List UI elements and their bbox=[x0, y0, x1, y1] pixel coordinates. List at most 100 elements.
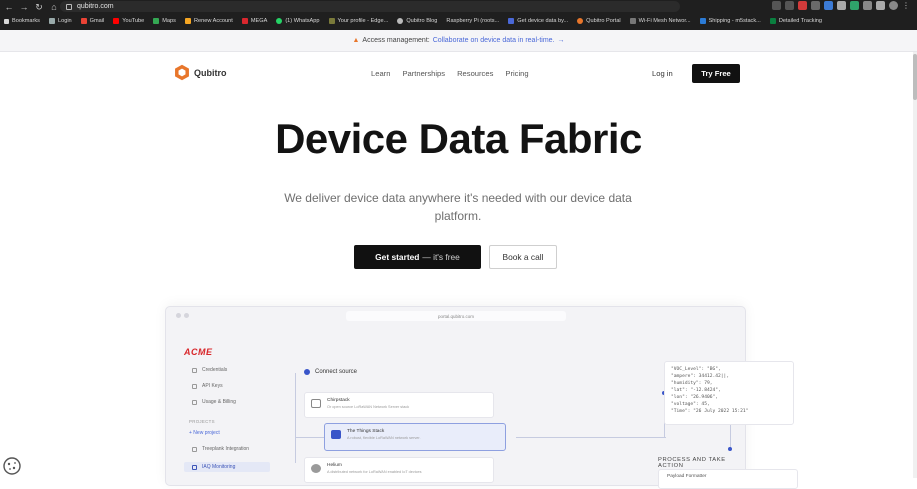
page-icon bbox=[508, 18, 515, 24]
back-icon[interactable]: ← bbox=[3, 1, 15, 13]
window-dot bbox=[176, 313, 181, 318]
avatar[interactable] bbox=[889, 1, 898, 10]
source-card-things-stack: The Things Stack A robust, flexible LoRa… bbox=[324, 423, 506, 451]
login-link[interactable]: Log in bbox=[652, 69, 673, 78]
project-icon bbox=[192, 446, 197, 452]
edge-icon bbox=[328, 18, 335, 24]
bookmark-item[interactable]: Detailed Tracking bbox=[769, 18, 822, 24]
cookie-icon[interactable] bbox=[2, 456, 22, 476]
sidebar-item-credentials: Credentials bbox=[184, 367, 270, 373]
connect-source-label: Connect source bbox=[315, 369, 358, 375]
bookmark-item[interactable]: Maps bbox=[153, 18, 176, 24]
qubitro-logo-icon bbox=[175, 64, 189, 81]
preview-canvas: Connect source Chirpstack Or open source… bbox=[276, 337, 798, 489]
bookmark-item[interactable]: Gmail bbox=[80, 18, 104, 24]
shipping-icon bbox=[699, 18, 706, 24]
billing-icon bbox=[192, 399, 197, 405]
window-dot bbox=[184, 313, 189, 318]
json-payload: "VOC_Level": "BG", "ampere": 34412.42||,… bbox=[664, 361, 794, 425]
globe-icon bbox=[397, 18, 404, 24]
json-line: "lon": "26.9406", bbox=[671, 395, 719, 400]
api-icon bbox=[192, 383, 197, 389]
app-preview: portal.qubitro.com ACME Credentials API … bbox=[165, 306, 798, 489]
scrollbar-track[interactable] bbox=[913, 52, 917, 478]
menu-pricing[interactable]: Pricing bbox=[505, 69, 528, 78]
browser-chrome: ← → ↻ ⌂ qubitro.com ⋮ Bookmarks Login Gm… bbox=[0, 0, 917, 30]
bookmark-item[interactable]: Login bbox=[48, 18, 72, 24]
new-project-link: + New project bbox=[189, 430, 220, 436]
bookmark-item[interactable]: Your profile - Edge... bbox=[328, 18, 388, 24]
get-started-button[interactable]: Get started — it's free bbox=[354, 245, 481, 269]
sidebar-item-api-keys: API Keys bbox=[184, 383, 270, 389]
payload-formatter-card: Payload Formatter bbox=[658, 469, 798, 489]
bookmark-item[interactable]: YouTube bbox=[113, 18, 144, 24]
connector-line bbox=[295, 373, 296, 463]
hero-title: Device Data Fabric bbox=[275, 115, 642, 162]
bookmark-item[interactable]: Qubitro Portal bbox=[577, 18, 621, 24]
logo-text: Qubitro bbox=[194, 67, 227, 78]
menu-resources[interactable]: Resources bbox=[457, 69, 493, 78]
bookmark-item[interactable]: Qubitro Blog bbox=[397, 18, 437, 24]
gmail-icon bbox=[80, 18, 87, 24]
sidepanel-icon[interactable] bbox=[876, 1, 885, 10]
extension-icon[interactable] bbox=[824, 1, 833, 10]
bookmark-item[interactable]: Get device data by... bbox=[508, 18, 568, 24]
menu-learn[interactable]: Learn bbox=[371, 69, 390, 78]
bookmarks-bar: Bookmarks Login Gmail YouTube Maps Renew… bbox=[0, 14, 917, 28]
project-icon bbox=[192, 464, 197, 470]
helium-icon bbox=[311, 464, 321, 473]
flow-node bbox=[728, 447, 732, 451]
menu-icon[interactable]: ⋮ bbox=[902, 1, 911, 10]
bookmark-item[interactable]: Wi-Fi Mesh Networ... bbox=[629, 18, 691, 24]
main-menu: Learn Partnerships Resources Pricing bbox=[371, 69, 541, 78]
folder-icon bbox=[184, 18, 191, 24]
preview-url: portal.qubitro.com bbox=[346, 311, 566, 321]
json-line: "lat": "-12.8424", bbox=[671, 388, 721, 393]
forward-icon[interactable]: → bbox=[18, 1, 30, 13]
cloud-icon bbox=[311, 399, 321, 408]
scrollbar-thumb[interactable] bbox=[913, 54, 917, 100]
try-free-button[interactable]: Try Free bbox=[692, 64, 740, 83]
bookmark-item[interactable]: MEGA bbox=[241, 18, 267, 24]
preview-window-bar: portal.qubitro.com bbox=[166, 307, 745, 325]
puzzle-icon[interactable] bbox=[863, 1, 872, 10]
extension-icon[interactable] bbox=[798, 1, 807, 10]
bookmark-item[interactable]: (1) WhatsApp bbox=[276, 18, 320, 24]
project-item-active: IAQ Monitoring bbox=[184, 462, 270, 472]
free-label: — it's free bbox=[422, 252, 460, 262]
whatsapp-icon bbox=[276, 18, 283, 24]
bookmark-item[interactable]: Raspberry Pi (roots... bbox=[446, 18, 499, 24]
connector-line bbox=[516, 437, 666, 438]
reload-icon[interactable]: ↻ bbox=[33, 1, 45, 13]
star-icon[interactable] bbox=[785, 1, 794, 10]
logo[interactable]: Qubitro bbox=[174, 64, 227, 81]
hero-subtitle: We deliver device data anywhere it's nee… bbox=[284, 191, 632, 223]
source-dot-icon bbox=[304, 369, 310, 375]
announcement-link[interactable]: Collaborate on device data in real-time. bbox=[433, 37, 555, 44]
extension-icon[interactable] bbox=[811, 1, 820, 10]
get-started-label: Get started bbox=[375, 252, 420, 262]
bookmark-item[interactable]: Renew Account bbox=[184, 18, 233, 24]
arrow-right-icon[interactable]: → bbox=[558, 37, 565, 44]
announcement-bar: ▲ Access management: Collaborate on devi… bbox=[0, 30, 917, 52]
extension-icon[interactable] bbox=[850, 1, 859, 10]
address-bar[interactable]: qubitro.com bbox=[60, 1, 680, 12]
json-line: "Time": "26 July 2022 15:21" bbox=[671, 409, 749, 414]
extension-icon[interactable] bbox=[837, 1, 846, 10]
qubitro-icon bbox=[577, 18, 584, 24]
share-icon[interactable] bbox=[772, 1, 781, 10]
star-icon bbox=[4, 18, 9, 24]
json-line: "ampere": 34412.42||, bbox=[671, 374, 730, 379]
extensions: ⋮ bbox=[772, 1, 911, 10]
announcement-label: Access management: bbox=[362, 37, 430, 44]
key-icon bbox=[192, 367, 197, 373]
sidebar-item-usage: Usage & Billing bbox=[184, 399, 270, 405]
bookmark-item[interactable]: Shipping - m5stack... bbox=[699, 18, 761, 24]
book-call-button[interactable]: Book a call bbox=[489, 245, 557, 269]
wifi-icon bbox=[629, 18, 636, 24]
site-nav: Qubitro Learn Partnerships Resources Pri… bbox=[0, 52, 917, 96]
home-icon[interactable]: ⌂ bbox=[48, 1, 60, 13]
bookmark-item[interactable]: Bookmarks bbox=[4, 18, 40, 24]
menu-partnerships[interactable]: Partnerships bbox=[402, 69, 445, 78]
source-card-helium: Helium A distributed network for LoRaWAN… bbox=[304, 457, 494, 483]
